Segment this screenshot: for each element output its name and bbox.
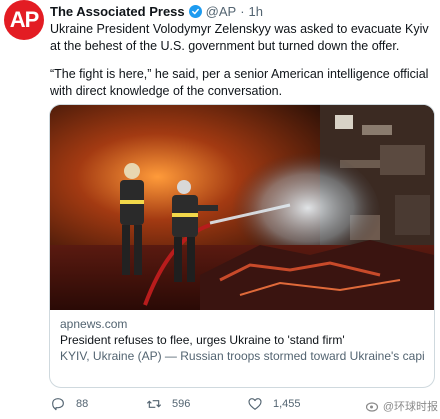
like-button[interactable]: 1,455 (247, 396, 301, 412)
card-description: KYIV, Ukraine (AP) — Russian troops stor… (60, 349, 424, 363)
retweet-count: 596 (172, 398, 191, 410)
card-domain: apnews.com (60, 317, 128, 331)
firefighters-photo-icon (50, 105, 434, 310)
reply-icon (52, 398, 64, 411)
heart-icon (248, 398, 262, 410)
reply-count: 88 (76, 398, 89, 410)
author-name[interactable]: The Associated Press (50, 4, 185, 19)
tweet-text: Ukraine President Volodymyr Zelenskyy wa… (50, 21, 432, 111)
avatar[interactable]: AP (4, 0, 44, 40)
retweet-icon (146, 400, 162, 408)
like-count: 1,455 (273, 398, 301, 410)
separator-dot: · (240, 4, 245, 19)
card-image[interactable] (50, 105, 434, 310)
verified-badge-icon (188, 5, 202, 18)
retweet-button[interactable]: 596 (146, 396, 190, 412)
avatar-logo-text: AP (9, 7, 40, 32)
tweet-header: The Associated Press @AP · 1h (50, 4, 263, 19)
watermark: @环球时报 (365, 398, 438, 414)
tweet-paragraph: Ukraine President Volodymyr Zelenskyy wa… (50, 22, 429, 53)
author-handle[interactable]: @AP (206, 4, 237, 19)
weibo-icon (365, 402, 378, 412)
card-title[interactable]: President refuses to flee, urges Ukraine… (60, 332, 424, 348)
reply-button[interactable]: 88 (50, 396, 88, 412)
link-card[interactable]: apnews.com President refuses to flee, ur… (49, 104, 435, 388)
card-text: apnews.com President refuses to flee, ur… (50, 310, 434, 364)
watermark-text: @环球时报 (382, 401, 438, 413)
timestamp[interactable]: 1h (249, 4, 263, 19)
tweet-paragraph: “The fight is here,” he said, per a seni… (50, 67, 429, 98)
